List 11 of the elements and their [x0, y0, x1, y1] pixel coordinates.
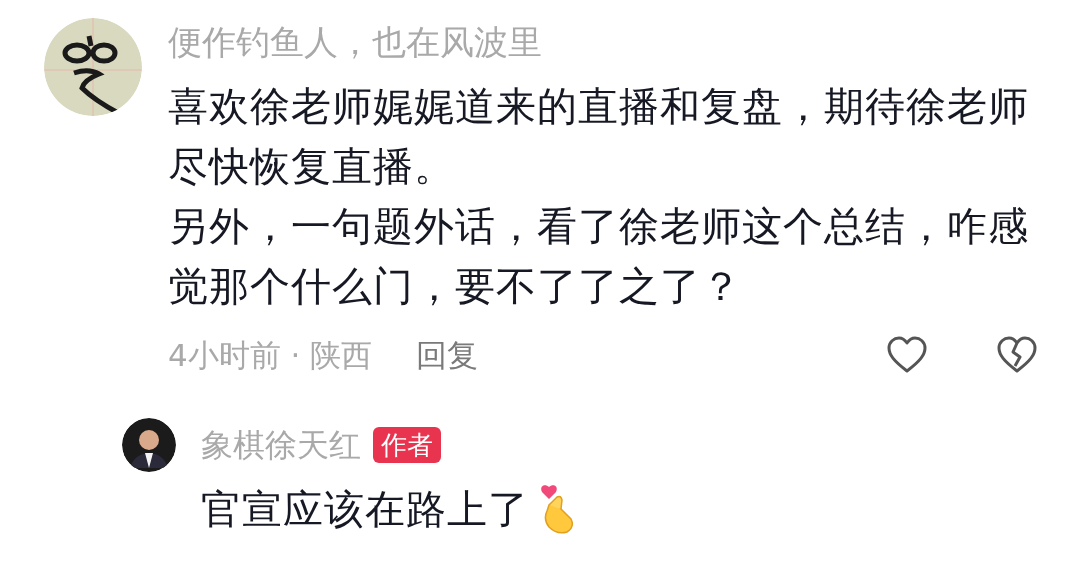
comment-text: 喜欢徐老师娓娓道来的直播和复盘，期待徐老师尽快恢复直播。 [168, 82, 1030, 191]
author-tag: 作者 [373, 427, 441, 463]
like-icon[interactable] [886, 335, 928, 375]
comment-text: 另外，一句题外话，看了徐老师这个总结，咋感觉那个什么门，要不了了之了？ [168, 202, 1030, 311]
dislike-icon[interactable] [996, 335, 1038, 375]
user-name: 象棋徐天红 [201, 425, 361, 466]
reply-button[interactable]: 回复 [416, 335, 479, 375]
user-name: 便作钓鱼人，也在风波里 [168, 21, 542, 64]
comment-meta: 4小时前 · 陕西 [168, 336, 373, 375]
reply-text: 官宣应该在路上了 [201, 485, 529, 534]
avatar[interactable] [122, 418, 176, 472]
